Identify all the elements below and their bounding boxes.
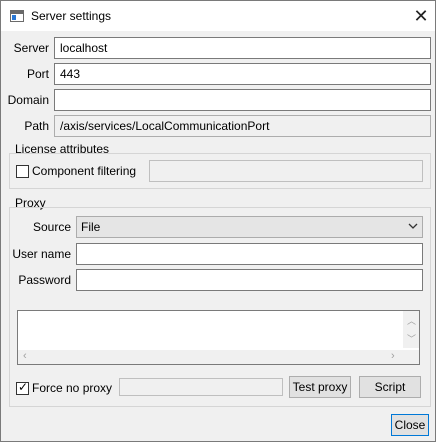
domain-input[interactable]: [54, 89, 431, 111]
scroll-right-icon[interactable]: ›: [391, 351, 395, 362]
force-no-proxy-field: [119, 378, 283, 396]
chevron-down-icon: [408, 223, 418, 229]
test-proxy-button[interactable]: Test proxy: [289, 376, 351, 398]
horizontal-scrollbar[interactable]: ‹ ›: [18, 350, 403, 364]
server-settings-dialog: Server settings ✕ Server localhost Port …: [0, 0, 436, 442]
server-input[interactable]: localhost: [54, 37, 431, 59]
vertical-scrollbar[interactable]: ︿ ﹀: [403, 311, 419, 348]
port-label: Port: [26, 67, 49, 81]
close-icon[interactable]: ✕: [407, 4, 435, 28]
close-button[interactable]: Close: [391, 414, 429, 436]
scrollbar-corner: [403, 350, 419, 364]
window-title: Server settings: [31, 9, 112, 23]
domain-label: Domain: [7, 93, 49, 107]
username-input[interactable]: [76, 243, 423, 265]
source-select[interactable]: File: [76, 216, 423, 238]
password-label: Password: [18, 273, 71, 287]
force-no-proxy-checkbox[interactable]: ✓: [16, 380, 29, 395]
username-label: User name: [12, 247, 71, 261]
checkbox-check-icon: ✓: [18, 380, 29, 394]
source-select-value: File: [81, 220, 101, 234]
proxy-script-textarea[interactable]: ︿ ﹀ ‹ ›: [17, 310, 420, 365]
scroll-up-icon[interactable]: ︿: [407, 317, 416, 326]
password-input[interactable]: [76, 269, 423, 291]
port-input[interactable]: 443: [54, 63, 431, 85]
component-filtering-checkbox[interactable]: [16, 165, 29, 178]
scroll-down-icon[interactable]: ﹀: [407, 335, 416, 344]
path-label: Path: [24, 119, 49, 133]
server-label: Server: [13, 41, 49, 55]
component-filtering-label[interactable]: Component filtering: [32, 164, 136, 178]
force-no-proxy-label[interactable]: Force no proxy: [32, 381, 112, 395]
source-label: Source: [32, 220, 71, 234]
component-filtering-field: [149, 160, 423, 182]
app-icon: [10, 10, 24, 22]
path-input[interactable]: /axis/services/LocalCommunicationPort: [54, 115, 431, 137]
title-bar: Server settings ✕: [1, 1, 435, 31]
scroll-left-icon[interactable]: ‹: [23, 351, 27, 362]
script-button[interactable]: Script: [359, 376, 421, 398]
